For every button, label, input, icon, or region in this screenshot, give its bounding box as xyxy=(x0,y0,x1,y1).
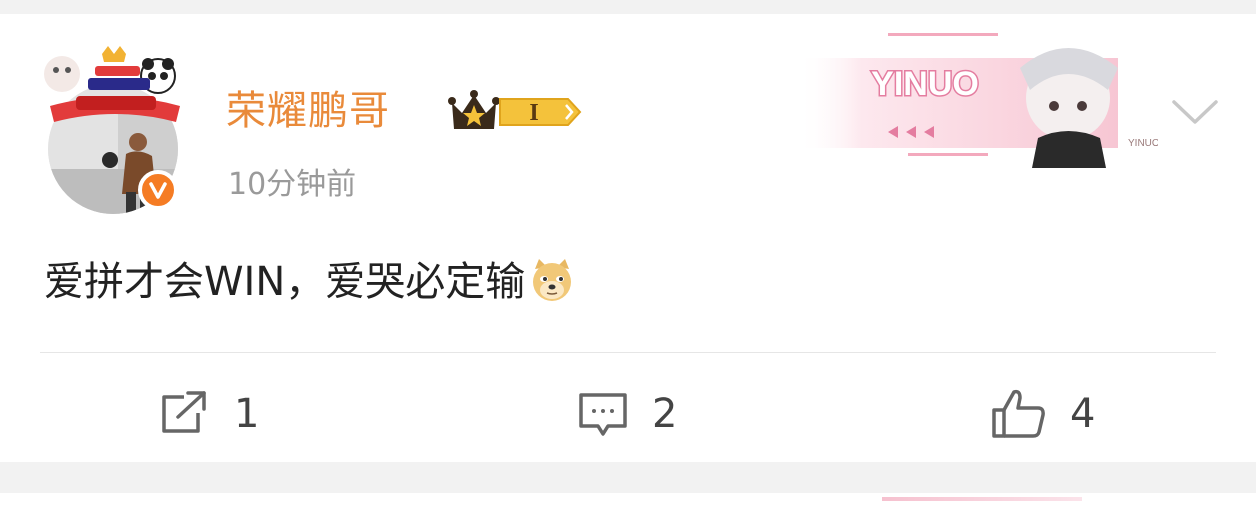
doge-emoji xyxy=(533,259,572,301)
card-decoration: YINUO YINUO xyxy=(798,33,1158,168)
comment-count: 2 xyxy=(652,391,678,437)
comment-icon xyxy=(579,393,627,436)
member-badge[interactable]: I xyxy=(448,89,583,135)
post-card[interactable]: 荣耀鹏哥 I 10分钟前 YINUO YINUO 爱拼才会WIN，爱哭必定输 1… xyxy=(0,14,1256,462)
post-timestamp: 10分钟前 xyxy=(228,167,357,202)
like-count: 4 xyxy=(1070,391,1096,437)
repost-count: 1 xyxy=(234,391,260,437)
like-button[interactable]: 4 xyxy=(990,382,1095,446)
username[interactable]: 荣耀鹏哥 xyxy=(226,84,390,138)
decoration-title: YINUO xyxy=(871,65,979,103)
repost-button[interactable]: 1 xyxy=(158,382,259,446)
feed-gap-top xyxy=(0,0,1256,14)
crown-icon xyxy=(448,90,500,129)
avatar-frame xyxy=(44,46,180,122)
post-content: 爱拼才会WIN，爱哭必定输 xyxy=(44,252,575,312)
badge-level: I xyxy=(529,100,538,126)
post-text: 爱拼才会WIN，爱哭必定输 xyxy=(44,259,526,305)
next-post-card[interactable] xyxy=(0,493,1256,505)
comment-button[interactable]: 2 xyxy=(576,382,677,446)
thumbs-up-icon xyxy=(992,389,1045,438)
divider xyxy=(40,352,1216,353)
verified-v-icon xyxy=(138,170,178,210)
repost-icon xyxy=(162,391,206,433)
chevron-down-icon[interactable] xyxy=(1170,94,1220,130)
avatar-container[interactable] xyxy=(40,44,190,214)
next-card-decoration xyxy=(882,497,1082,501)
decoration-subtext: YINUO xyxy=(1128,138,1158,149)
